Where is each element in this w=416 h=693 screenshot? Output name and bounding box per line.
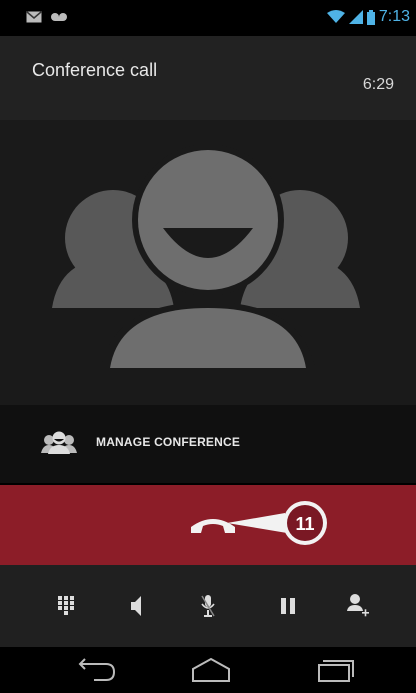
wifi-icon <box>326 10 345 23</box>
hold-button[interactable] <box>258 565 318 647</box>
status-bar: 7:13 <box>0 0 416 36</box>
dialpad-icon <box>58 596 74 615</box>
status-time: 7:13 <box>378 8 410 25</box>
gmail-icon <box>26 11 42 23</box>
call-header: Conference call 6:29 <box>0 36 416 120</box>
call-timer: 6:29 <box>362 76 394 93</box>
callout-number: 11 <box>295 514 314 534</box>
conference-icon <box>41 431 77 454</box>
conference-avatar-icon <box>52 144 360 372</box>
manage-conference-button[interactable]: MANAGE CONFERENCE <box>0 405 416 483</box>
call-actions <box>0 565 416 647</box>
add-call-icon <box>347 594 369 617</box>
mute-button[interactable] <box>178 565 238 647</box>
back-icon[interactable] <box>72 655 116 685</box>
speaker-button[interactable] <box>107 565 167 647</box>
contact-photo <box>0 120 416 405</box>
manage-conference-label: MANAGE CONFERENCE <box>96 435 241 449</box>
navigation-bar <box>0 647 416 693</box>
home-icon[interactable] <box>190 655 232 685</box>
battery-icon <box>366 9 375 25</box>
hold-icon <box>281 598 295 614</box>
end-call-bar: 11 <box>0 485 416 565</box>
signal-icon <box>348 10 363 24</box>
callout-marker: 11 <box>227 501 327 545</box>
recents-icon[interactable] <box>313 655 355 685</box>
dialpad-button[interactable] <box>36 565 96 647</box>
mute-icon <box>201 595 215 617</box>
speaker-icon <box>131 596 141 616</box>
voicemail-icon <box>51 13 67 21</box>
caller-name: Conference call <box>32 60 158 80</box>
add-call-button[interactable] <box>328 565 388 647</box>
